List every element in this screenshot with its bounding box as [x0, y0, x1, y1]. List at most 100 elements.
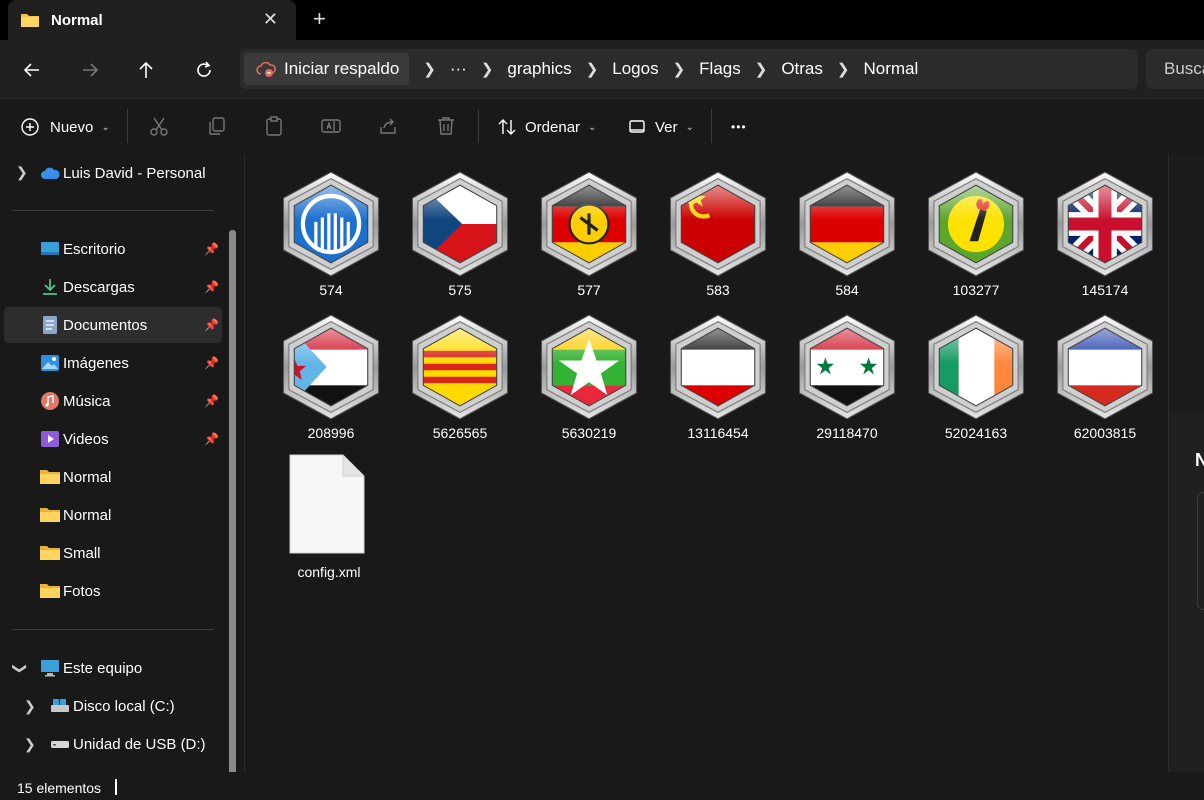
breadcrumb-graphics[interactable]: graphics — [507, 59, 571, 79]
backup-button[interactable]: Iniciar respaldo — [244, 53, 410, 85]
search-input[interactable]: Buscar en Normal — [1146, 49, 1204, 89]
breadcrumb-normal[interactable]: Normal — [863, 59, 918, 79]
file-tile[interactable]: 13116454 — [656, 305, 768, 445]
backup-label: Iniciar respaldo — [284, 59, 400, 78]
documents-icon — [43, 316, 57, 334]
breadcrumb-otras[interactable]: Otras — [781, 59, 823, 79]
file-tile[interactable]: 29118470 — [785, 305, 897, 445]
file-tile[interactable]: 584 — [785, 162, 897, 302]
file-tile[interactable]: 5630219 — [527, 305, 639, 445]
file-tile[interactable]: 103277 — [914, 162, 1026, 302]
share-icon[interactable] — [377, 115, 399, 137]
sidebar-divider — [12, 629, 214, 630]
arrow-up-icon — [139, 61, 153, 78]
sidebar-item-escritorio[interactable]: Escritorio 📌 — [4, 231, 222, 267]
sidebar-item-fotos[interactable]: Fotos — [4, 573, 222, 609]
sidebar-item-disco-local[interactable]: Disco local (C:) — [4, 688, 222, 724]
file-tile[interactable]: 575 — [398, 162, 510, 302]
refresh-button[interactable] — [188, 54, 220, 86]
arrow-right-icon — [83, 63, 99, 77]
close-tab-icon[interactable]: ✕ — [263, 9, 278, 30]
breadcrumb-overflow[interactable]: ··· — [450, 59, 467, 79]
file-tile[interactable]: 574 — [269, 162, 381, 302]
up-button[interactable] — [130, 54, 162, 86]
sidebar-item-label: Escritorio — [63, 240, 126, 258]
cut-icon[interactable] — [148, 115, 170, 137]
file-tile[interactable]: 577 — [527, 162, 639, 302]
view-icon — [629, 120, 645, 133]
flag-badge-icon — [1056, 314, 1154, 420]
chevron-down-icon: ⌄ — [588, 121, 597, 133]
chevron-right-icon[interactable]: ❯ — [16, 164, 28, 181]
file-name: 5630219 — [561, 425, 617, 441]
pin-icon: 📌 — [204, 242, 219, 256]
back-button[interactable] — [16, 54, 48, 86]
chevron-right-icon: ❯ — [423, 61, 436, 78]
view-button[interactable]: Ver ⌄ — [628, 113, 694, 141]
flag-badge-icon — [540, 171, 638, 277]
new-button[interactable]: Nuevo ⌄ — [20, 113, 110, 141]
file-tile[interactable]: 208996 — [269, 305, 381, 445]
desktop-icon — [41, 242, 59, 255]
sort-button[interactable]: Ordenar ⌄ — [497, 113, 596, 141]
flag-badge-icon — [669, 314, 767, 420]
sidebar-item-este-equipo[interactable]: Este equipo — [4, 650, 222, 686]
file-tile[interactable]: 5626565 — [398, 305, 510, 445]
sidebar-item-videos[interactable]: Videos 📌 — [4, 421, 222, 457]
paste-icon[interactable] — [263, 115, 285, 137]
flag-badge-icon — [798, 171, 896, 277]
file-tile[interactable]: 62003815 — [1043, 305, 1155, 445]
folder-icon — [40, 470, 60, 484]
details-box — [1197, 492, 1204, 610]
sidebar-item-onedrive[interactable]: Luis David - Personal — [36, 155, 226, 191]
folder-icon — [40, 546, 60, 560]
pin-icon: 📌 — [204, 394, 219, 408]
arrow-left-icon — [23, 63, 39, 77]
toolbar-divider — [711, 109, 712, 143]
sidebar-item-normal-2[interactable]: Normal — [4, 497, 222, 533]
delete-icon[interactable] — [435, 115, 457, 137]
sidebar-item-descargas[interactable]: Descargas 📌 — [4, 269, 222, 305]
sidebar-item-label: Este equipo — [63, 659, 143, 677]
file-tile[interactable]: 52024163 — [914, 305, 1026, 445]
pictures-icon — [41, 355, 59, 371]
chevron-right-icon: ❯ — [480, 61, 494, 78]
xml-file-icon — [289, 454, 365, 554]
sidebar-item-label: Descargas — [63, 278, 135, 296]
file-name: 145174 — [1081, 282, 1129, 298]
item-count: 15 elementos — [17, 780, 102, 796]
breadcrumb-logos[interactable]: Logos — [612, 59, 658, 79]
refresh-icon — [197, 61, 211, 77]
more-options-button[interactable]: ••• — [731, 113, 747, 141]
folder-icon — [40, 584, 60, 598]
rename-icon[interactable] — [320, 115, 342, 137]
chevron-right-icon: ❯ — [836, 61, 850, 78]
file-tile[interactable]: 145174 — [1043, 162, 1155, 302]
file-tile[interactable]: 583 — [656, 162, 768, 302]
forward-button[interactable] — [74, 54, 106, 86]
sidebar-item-label: Música — [63, 392, 111, 410]
pin-icon: 📌 — [204, 318, 219, 332]
flag-badge-icon — [927, 171, 1025, 277]
sidebar-item-normal[interactable]: Normal — [4, 459, 222, 495]
sidebar-divider — [12, 210, 214, 211]
sidebar-item-musica[interactable]: Música 📌 — [4, 383, 222, 419]
tab-normal[interactable]: Normal ✕ — [8, 0, 296, 40]
toolbar-divider — [478, 109, 479, 143]
sidebar-item-label: Unidad de USB (D:) — [73, 735, 206, 753]
sidebar-item-small[interactable]: Small — [4, 535, 222, 571]
sidebar-item-documentos[interactable]: Documentos 📌 — [4, 307, 222, 343]
navigation-pane: ❯ Luis David - Personal Escritorio 📌 Des… — [0, 154, 244, 796]
sidebar-scrollbar[interactable] — [229, 230, 236, 796]
file-name: 574 — [319, 282, 343, 298]
new-label: Nuevo — [50, 118, 94, 136]
address-bar[interactable]: Iniciar respaldo ❯ ··· ❯ graphics ❯ Logo… — [240, 49, 1138, 89]
status-separator — [115, 779, 117, 795]
file-name: 52024163 — [944, 425, 1008, 441]
breadcrumb-flags[interactable]: Flags — [699, 59, 741, 79]
copy-icon[interactable] — [206, 115, 228, 137]
tab-title: Normal — [51, 11, 103, 29]
sidebar-item-usb[interactable]: Unidad de USB (D:) — [4, 726, 222, 762]
new-tab-button[interactable]: + — [313, 6, 326, 32]
sidebar-item-imagenes[interactable]: Imágenes 📌 — [4, 345, 222, 381]
